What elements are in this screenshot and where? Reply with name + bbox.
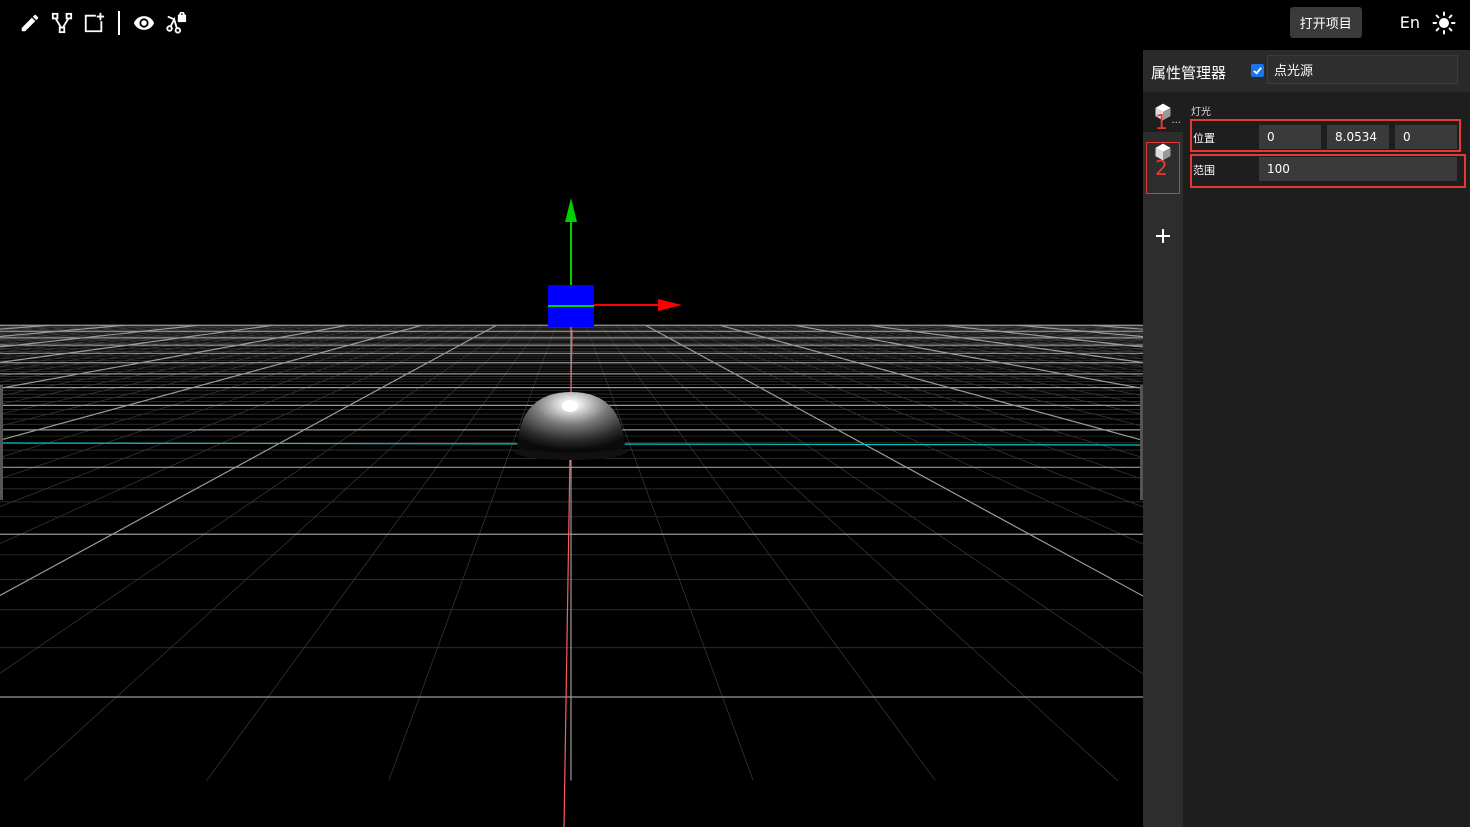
annotation-box-2 <box>1190 154 1466 188</box>
lock-node-icon[interactable] <box>164 11 188 35</box>
grid-line <box>0 324 244 356</box>
grid-line <box>660 324 1143 545</box>
grid-line <box>913 324 1143 353</box>
object-name-input[interactable] <box>1267 55 1458 84</box>
grid-line <box>0 324 452 480</box>
grid-line <box>0 324 318 377</box>
toolbar-divider <box>118 11 120 35</box>
grid-line <box>1018 324 1143 338</box>
polyline-icon[interactable] <box>50 11 74 35</box>
grid-line <box>0 324 273 363</box>
grid-line <box>943 324 1143 348</box>
grid-line <box>0 324 35 329</box>
grid-line <box>206 325 542 781</box>
grid-line <box>0 324 214 350</box>
annotation-label-1: 1 <box>1155 110 1168 134</box>
grid-line <box>928 324 1143 350</box>
gizmo-y-arrow[interactable] <box>565 198 577 222</box>
annotation-box-1 <box>1190 119 1461 152</box>
grid-line <box>0 324 139 339</box>
grid-line <box>1092 324 1143 330</box>
sun-icon[interactable] <box>1432 11 1456 35</box>
grid-line <box>0 324 408 427</box>
viewport-edge-left <box>0 385 3 500</box>
grid-line <box>734 324 1143 427</box>
grid-line <box>1107 324 1143 329</box>
grid-line <box>0 324 363 397</box>
grid-line <box>809 324 1143 383</box>
top-right-controls: 打开项目 En <box>1289 7 1456 38</box>
grid-line <box>0 324 378 405</box>
grid-line <box>1077 324 1143 331</box>
grid-line <box>0 324 497 597</box>
more-icon: ... <box>1171 115 1181 126</box>
grid-line <box>1048 324 1143 334</box>
language-toggle[interactable]: En <box>1400 13 1420 32</box>
grid-line <box>824 324 1143 377</box>
grid-line <box>749 324 1143 415</box>
light-highlight <box>562 400 578 412</box>
grid-line <box>675 324 1143 508</box>
grid-line <box>869 324 1143 364</box>
3d-viewport[interactable] <box>0 0 1143 827</box>
top-toolbar <box>18 8 188 38</box>
panel-header: 属性管理器 <box>1143 50 1470 92</box>
pencil-icon[interactable] <box>18 11 42 35</box>
grid-line <box>630 324 1143 675</box>
grid-line <box>585 325 754 781</box>
grid-line <box>0 324 393 415</box>
grid-line <box>0 324 229 353</box>
gizmo-x-arrow[interactable] <box>658 299 682 311</box>
add-tab-icon[interactable] <box>1153 226 1173 246</box>
panel-tab-strip: ... <box>1143 92 1183 827</box>
add-box-icon[interactable] <box>82 11 106 35</box>
grid-line <box>690 324 1143 480</box>
grid-line <box>645 324 1143 597</box>
grid-line <box>779 324 1143 397</box>
scene-canvas[interactable] <box>0 0 1143 827</box>
grid-line <box>24 325 527 781</box>
grid-line <box>1003 324 1143 339</box>
grid-line <box>0 324 467 508</box>
eye-icon[interactable] <box>132 11 156 35</box>
annotation-label-2: 2 <box>1155 156 1168 180</box>
grid-line <box>973 324 1143 343</box>
grid-line <box>898 324 1143 356</box>
grid-line <box>0 324 169 343</box>
grid-line <box>0 324 303 372</box>
grid-line <box>854 324 1143 367</box>
grid-line <box>388 325 557 781</box>
grid-line <box>0 324 482 545</box>
grid-line <box>764 324 1143 405</box>
section-label-light: 灯光 <box>1191 107 1211 118</box>
grid-line <box>0 324 512 674</box>
panel-title: 属性管理器 <box>1151 64 1227 82</box>
grid-line <box>600 325 936 781</box>
grid-line <box>0 324 288 367</box>
grid-line <box>884 324 1143 360</box>
grid-line <box>615 325 1118 781</box>
grid-line <box>0 324 50 330</box>
open-project-button[interactable]: 打开项目 <box>1289 7 1362 38</box>
grid-line <box>0 324 258 360</box>
visibility-checkbox[interactable] <box>1251 64 1264 77</box>
grid-line <box>0 324 124 338</box>
grid-line <box>0 324 94 334</box>
